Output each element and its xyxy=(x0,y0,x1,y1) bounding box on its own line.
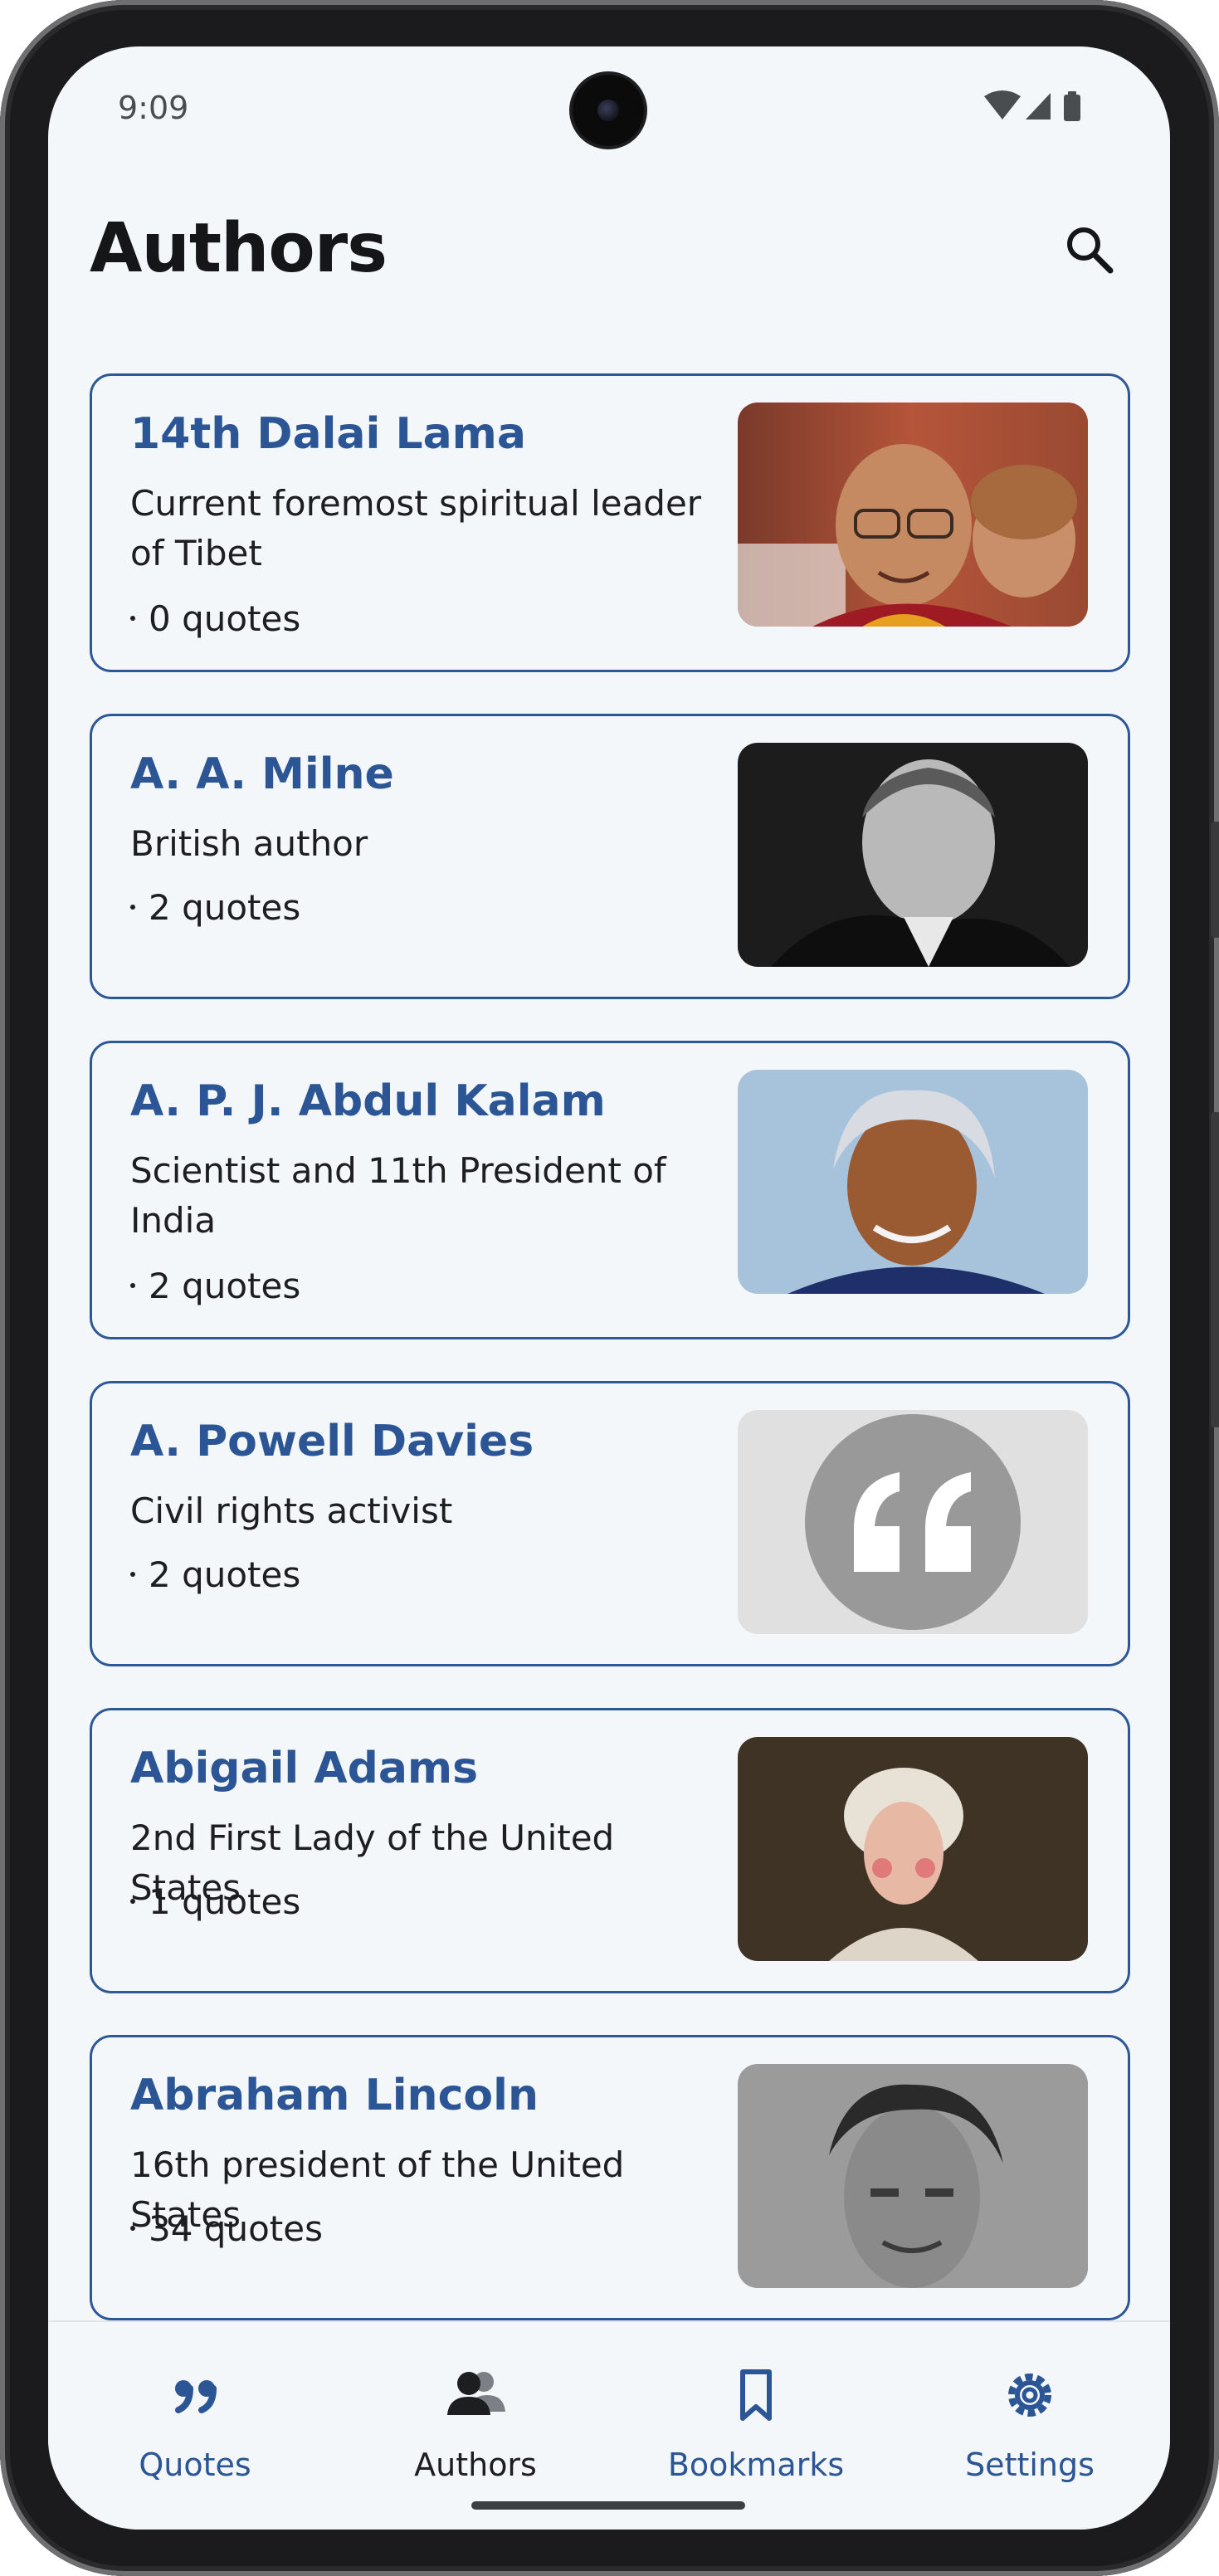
battery-icon xyxy=(1064,95,1080,121)
screen: 9:09 Authors 14th Dalai Lama Current for… xyxy=(48,46,1170,2530)
author-photo xyxy=(738,1070,1088,1294)
author-card[interactable]: 14th Dalai Lama Current foremost spiritu… xyxy=(90,373,1130,672)
quote-icon xyxy=(175,2380,217,2413)
bottom-navigation: Quotes Authors Bookmarks Settings xyxy=(48,2320,1170,2530)
author-description: Civil rights activist xyxy=(130,1490,453,1531)
nav-settings[interactable]: Settings xyxy=(890,2322,1170,2488)
author-photo xyxy=(738,1737,1088,1961)
author-card[interactable]: A. Powell Davies Civil rights activist 2… xyxy=(90,1381,1130,1666)
author-card[interactable]: Abigail Adams 2nd First Lady of the Unit… xyxy=(90,1708,1130,1993)
quote-count: 1 quotes xyxy=(130,1881,300,1922)
author-description: Scientist and 11th President of India xyxy=(130,1150,666,1241)
author-name: Abigail Adams xyxy=(130,1744,479,1793)
author-description: British author xyxy=(130,823,368,864)
quote-count: 2 quotes xyxy=(130,887,300,928)
front-camera xyxy=(573,75,644,146)
author-photo xyxy=(738,2064,1088,2288)
nav-quotes[interactable]: Quotes xyxy=(55,2322,335,2488)
quote-count: 2 quotes xyxy=(130,1554,300,1595)
nav-label: Quotes xyxy=(139,2447,251,2483)
author-name: A. P. J. Abdul Kalam xyxy=(130,1076,606,1126)
nav-label: Authors xyxy=(414,2447,537,2483)
nav-authors[interactable]: Authors xyxy=(335,2322,616,2488)
quote-count: 0 quotes xyxy=(130,598,300,639)
nav-label: Settings xyxy=(965,2447,1095,2483)
quote-count: 2 quotes xyxy=(130,1266,300,1306)
author-list[interactable]: 14th Dalai Lama Current foremost spiritu… xyxy=(90,373,1130,2320)
author-card[interactable]: A. P. J. Abdul Kalam Scientist and 11th … xyxy=(90,1041,1130,1339)
signal-icon xyxy=(1026,93,1051,120)
nav-label: Bookmarks xyxy=(667,2447,845,2483)
bookmark-icon xyxy=(740,2369,772,2421)
wifi-icon xyxy=(984,90,1021,120)
quote-count: 34 quotes xyxy=(130,2208,323,2249)
page-title: Authors xyxy=(90,209,388,288)
author-card[interactable]: Abraham Lincoln 16th president of the Un… xyxy=(90,2035,1130,2320)
people-icon xyxy=(447,2372,505,2415)
placeholder-photo xyxy=(738,1410,1088,1634)
home-indicator[interactable] xyxy=(471,2501,745,2510)
author-name: A. A. Milne xyxy=(130,749,394,799)
author-name: Abraham Lincoln xyxy=(130,2071,539,2120)
author-photo xyxy=(738,743,1088,967)
nav-bookmarks[interactable]: Bookmarks xyxy=(616,2322,896,2488)
status-icons xyxy=(984,90,1080,121)
author-name: A. Powell Davies xyxy=(130,1417,534,1466)
phone-frame: 9:09 Authors 14th Dalai Lama Current for… xyxy=(0,0,1219,2576)
volume-button xyxy=(1211,822,1219,938)
gear-icon xyxy=(1008,2374,1051,2417)
author-description: Current foremost spiritual leader of Tib… xyxy=(130,483,702,573)
status-time: 9:09 xyxy=(118,90,189,126)
author-photo xyxy=(738,402,1088,627)
author-name: 14th Dalai Lama xyxy=(130,409,526,459)
search-icon[interactable] xyxy=(1061,221,1119,279)
author-card[interactable]: A. A. Milne British author 2 quotes xyxy=(90,714,1130,999)
power-button xyxy=(1211,1112,1219,1427)
